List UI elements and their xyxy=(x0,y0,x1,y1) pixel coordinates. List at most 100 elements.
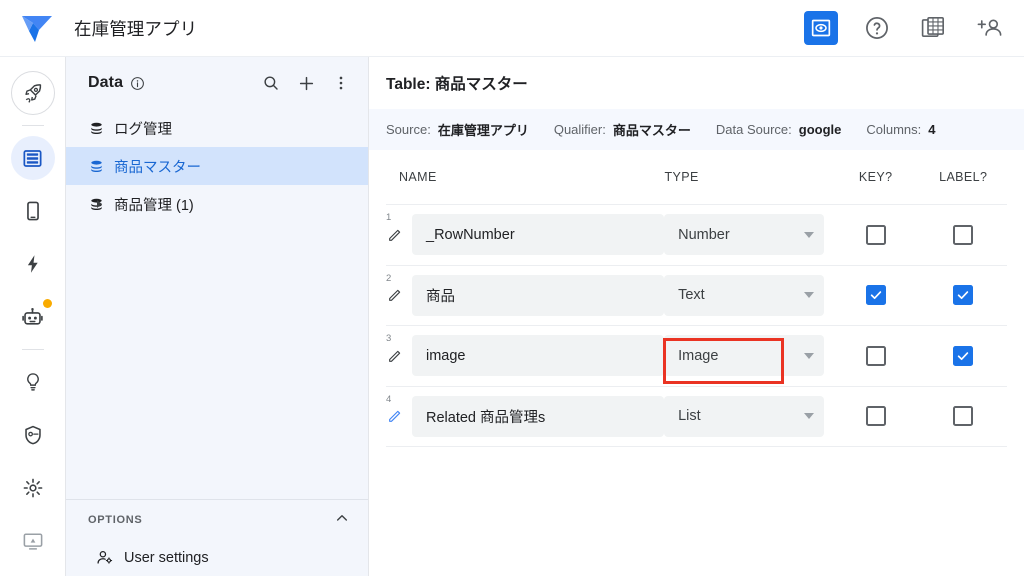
cell-label xyxy=(919,224,1007,245)
rail-item-robot-icon[interactable] xyxy=(11,295,55,339)
cell-type: Text xyxy=(664,274,832,316)
rail-item-rocket-icon[interactable] xyxy=(10,71,55,115)
meta-value-source: 在庫管理アプリ xyxy=(437,123,529,138)
chevron-up-icon[interactable] xyxy=(334,510,350,531)
add-user-icon[interactable] xyxy=(972,11,1006,45)
page-title: Table: 商品マスター xyxy=(386,76,528,93)
monitor-icon xyxy=(23,533,42,550)
info-icon[interactable] xyxy=(130,76,145,91)
meta-value-qualifier: 商品マスター xyxy=(612,123,691,138)
rail-item-bolt-icon[interactable] xyxy=(11,242,55,286)
preview-icon[interactable] xyxy=(804,11,838,45)
data-list-item-product-master[interactable]: 商品マスター xyxy=(66,147,368,185)
key-checkbox[interactable] xyxy=(865,345,886,366)
shield-icon xyxy=(24,425,41,445)
spreadsheet-icon[interactable] xyxy=(916,11,950,45)
meta-key-qualifier: Qualifier: xyxy=(553,122,606,137)
edit-pencil-icon[interactable] xyxy=(386,348,404,364)
cell-label xyxy=(919,285,1007,306)
edit-pencil-icon[interactable] xyxy=(386,227,404,243)
column-type-value: List xyxy=(678,408,701,425)
label-checkbox[interactable] xyxy=(953,224,974,245)
cell-name: 商品 xyxy=(386,274,665,316)
chevron-down-icon xyxy=(804,352,815,359)
cell-name: Related 商品管理s xyxy=(386,395,665,437)
appsheet-logo-icon[interactable] xyxy=(0,0,74,57)
key-checkbox[interactable] xyxy=(865,285,886,306)
more-vert-icon[interactable] xyxy=(330,72,352,94)
key-checkbox[interactable] xyxy=(865,224,886,245)
table-row: 4 Related 商品管理s List xyxy=(386,385,1007,447)
column-name-input[interactable]: _RowNumber xyxy=(412,214,665,256)
column-type-value: Image xyxy=(678,347,719,364)
options-section: OPTIONS User settings xyxy=(66,499,368,576)
search-icon[interactable] xyxy=(260,72,282,94)
column-name-input[interactable]: 商品 xyxy=(412,274,665,316)
column-name-input[interactable]: image xyxy=(412,335,665,377)
column-name-input[interactable]: Related 商品管理s xyxy=(412,395,665,437)
row-number: 2 xyxy=(386,272,392,284)
rail-item-database-icon[interactable] xyxy=(10,136,55,180)
chevron-down-icon xyxy=(804,413,815,420)
cell-key xyxy=(832,345,920,366)
label-checkbox[interactable] xyxy=(953,406,974,427)
table-row: 2 商品 Text xyxy=(386,264,1007,326)
user-settings-icon xyxy=(97,550,113,564)
cell-type: Number xyxy=(664,214,832,256)
edit-pencil-icon[interactable] xyxy=(386,408,404,424)
meta-key-columns: Columns: xyxy=(866,122,922,137)
phone-icon xyxy=(26,201,39,221)
table-stack-icon xyxy=(91,160,102,172)
left-nav-rail xyxy=(0,57,66,576)
key-checkbox[interactable] xyxy=(865,406,886,427)
meta-key-source: Source: xyxy=(386,122,431,137)
data-list-item-label: 商品マスター xyxy=(114,159,201,176)
cell-label xyxy=(919,345,1007,366)
edit-pencil-icon[interactable] xyxy=(386,287,404,303)
chevron-down-icon xyxy=(804,292,815,299)
column-type-select[interactable]: Image xyxy=(664,335,825,377)
column-header-key: KEY? xyxy=(858,170,893,184)
options-item-user-settings[interactable]: User settings xyxy=(66,540,368,576)
plus-icon[interactable] xyxy=(295,72,317,94)
table-row: 3 image Image xyxy=(386,325,1007,386)
cell-type: Image xyxy=(663,335,832,385)
column-type-select[interactable]: Text xyxy=(664,274,825,316)
notification-badge xyxy=(42,299,52,308)
data-list-item-label: 商品管理 (1) xyxy=(114,197,194,214)
column-header-type: TYPE xyxy=(664,170,699,184)
data-panel: Data ログ管理 商品マスター 商品管理 (1) OPTIONS User s… xyxy=(66,57,369,576)
main-content: Table: 商品マスター Source: 在庫管理アプリ Qualifier:… xyxy=(369,57,1024,576)
rail-item-gear-icon[interactable] xyxy=(11,466,55,510)
grid-bottom-divider xyxy=(386,446,1007,447)
cell-key xyxy=(832,406,920,427)
column-type-value: Number xyxy=(678,226,730,243)
data-list-item-log[interactable]: ログ管理 xyxy=(66,109,368,147)
meta-value-columns: 4 xyxy=(928,122,936,137)
label-checkbox[interactable] xyxy=(953,285,974,306)
rail-item-shield-icon[interactable] xyxy=(11,413,55,457)
expand-caret-icon[interactable] xyxy=(97,200,102,208)
database-icon xyxy=(23,149,42,167)
help-icon[interactable] xyxy=(860,11,894,45)
label-checkbox[interactable] xyxy=(953,345,974,366)
column-type-select[interactable]: List xyxy=(664,395,825,437)
data-list-item-product-mgmt[interactable]: 商品管理 (1) xyxy=(66,185,368,223)
rail-item-bulb-icon[interactable] xyxy=(11,360,55,404)
rail-item-monitor-icon[interactable] xyxy=(11,519,55,563)
row-number: 4 xyxy=(386,393,392,405)
cell-label xyxy=(919,406,1007,427)
gear-icon xyxy=(23,478,42,498)
data-table-list: ログ管理 商品マスター 商品管理 (1) xyxy=(66,109,368,499)
column-type-select[interactable]: Number xyxy=(664,214,825,256)
rail-item-phone-icon[interactable] xyxy=(11,189,55,233)
data-panel-header: Data xyxy=(66,57,368,109)
column-header-label: LABEL? xyxy=(939,170,988,184)
options-header[interactable]: OPTIONS xyxy=(66,500,368,540)
row-number: 1 xyxy=(386,212,392,223)
appsheet-editor-window: 在庫管理アプリ Data ログ管理 商品マスター 商品管理 (1) OPTION… xyxy=(0,0,1024,576)
data-panel-title: Data xyxy=(88,74,124,91)
bolt-icon xyxy=(27,255,38,273)
cell-name: image xyxy=(386,335,665,377)
header-actions xyxy=(804,11,1024,45)
